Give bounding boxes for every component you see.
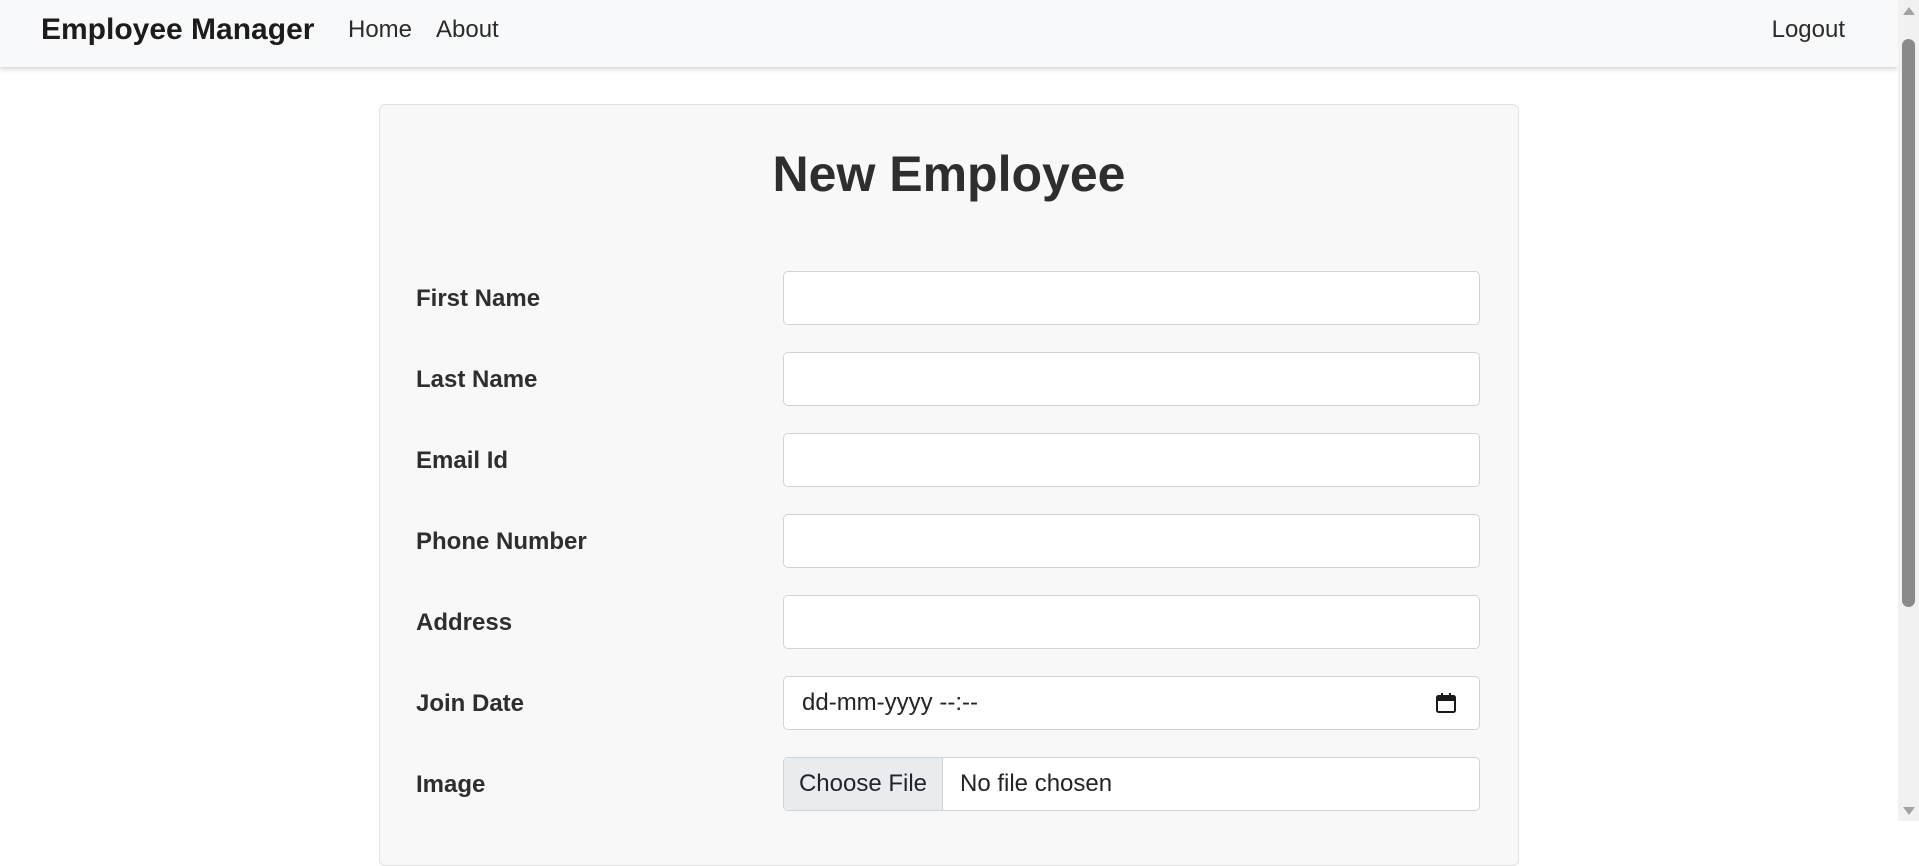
phone-input[interactable] bbox=[783, 514, 1480, 568]
choose-file-button[interactable]: Choose File bbox=[784, 758, 943, 810]
phone-row: Phone Number bbox=[416, 514, 1482, 570]
first-name-input[interactable] bbox=[783, 271, 1480, 325]
address-input[interactable] bbox=[783, 595, 1480, 649]
email-input[interactable] bbox=[783, 433, 1480, 487]
address-row: Address bbox=[416, 595, 1482, 651]
image-row: Image Choose File No file chosen bbox=[416, 757, 1482, 813]
last-name-row: Last Name bbox=[416, 352, 1482, 408]
email-row: Email Id bbox=[416, 433, 1482, 489]
last-name-input[interactable] bbox=[783, 352, 1480, 406]
scroll-up-arrow-icon[interactable] bbox=[1903, 7, 1915, 15]
brand-link[interactable]: Employee Manager bbox=[41, 13, 314, 47]
calendar-icon[interactable] bbox=[1435, 692, 1457, 714]
file-status-text: No file chosen bbox=[960, 770, 1113, 797]
scrollbar-thumb[interactable] bbox=[1902, 39, 1915, 607]
form-title: New Employee bbox=[772, 146, 1126, 202]
scroll-down-arrow-icon[interactable] bbox=[1903, 807, 1915, 815]
join-date-label: Join Date bbox=[416, 690, 525, 717]
navbar: Employee Manager Home About Logout bbox=[0, 0, 1898, 67]
join-date-placeholder: dd-mm-yyyy --:-- bbox=[802, 689, 978, 716]
nav-home-link[interactable]: Home bbox=[348, 16, 412, 44]
email-label: Email Id bbox=[416, 447, 509, 474]
vertical-scrollbar[interactable] bbox=[1898, 0, 1919, 821]
join-date-input[interactable]: dd-mm-yyyy --:-- bbox=[783, 676, 1480, 730]
image-label: Image bbox=[416, 771, 486, 798]
first-name-row: First Name bbox=[416, 271, 1482, 327]
address-label: Address bbox=[416, 609, 513, 636]
employee-form-card: New Employee First Name Last Name Email … bbox=[379, 104, 1519, 866]
logout-link[interactable]: Logout bbox=[1772, 16, 1845, 44]
image-file-input[interactable]: Choose File No file chosen bbox=[783, 757, 1480, 811]
last-name-label: Last Name bbox=[416, 366, 538, 393]
phone-label: Phone Number bbox=[416, 528, 587, 555]
nav-about-link[interactable]: About bbox=[436, 16, 499, 44]
join-date-row: Join Date dd-mm-yyyy --:-- bbox=[416, 676, 1482, 732]
first-name-label: First Name bbox=[416, 285, 541, 312]
